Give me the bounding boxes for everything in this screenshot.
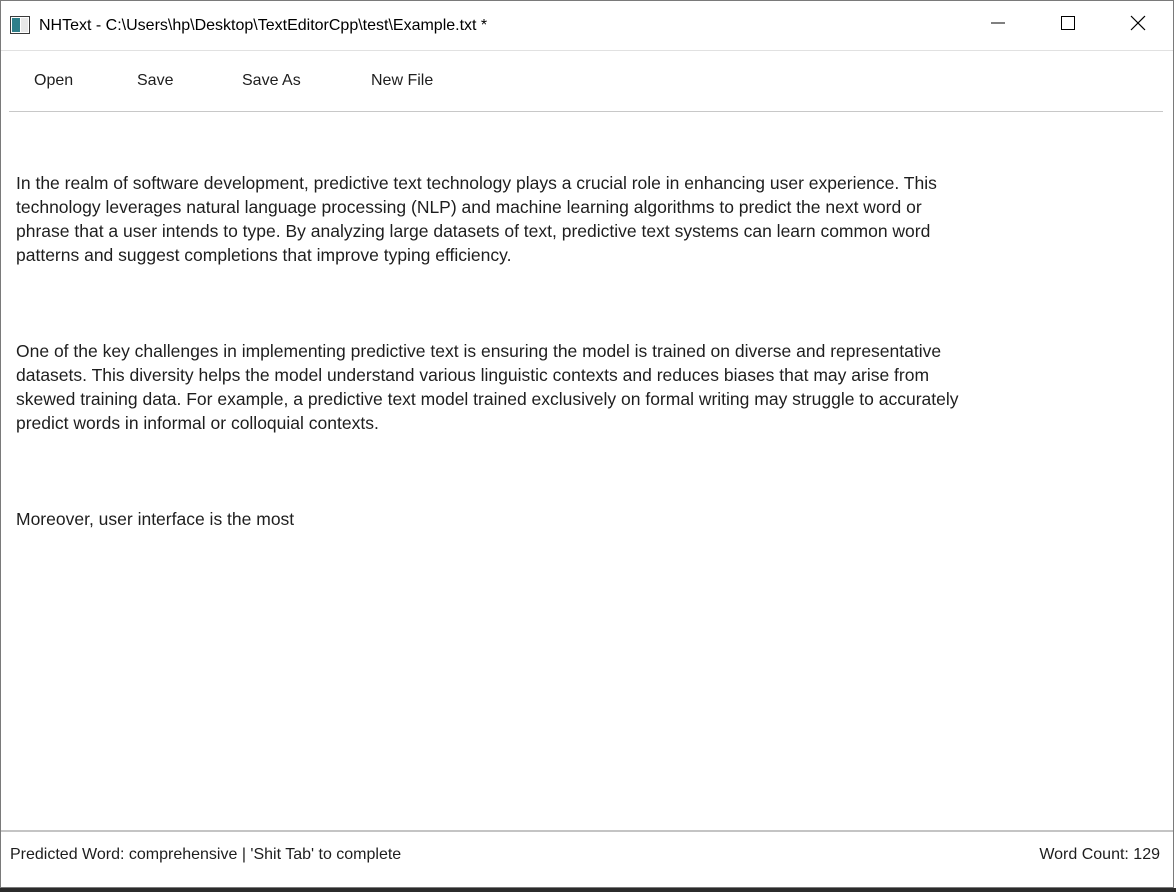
close-button[interactable] [1103, 1, 1173, 50]
background-strip [0, 888, 1176, 892]
status-bar: Predicted Word: comprehensive | 'Shit Ta… [1, 832, 1173, 878]
close-icon [1129, 14, 1147, 37]
minimize-button[interactable] [963, 1, 1033, 50]
title-bar[interactable]: NHText - C:\Users\hp\Desktop\TextEditorC… [1, 1, 1173, 51]
app-window-icon [10, 16, 30, 34]
editor-paragraph: Moreover, user interface is the most [16, 509, 295, 529]
save-as-button[interactable]: Save As [242, 69, 301, 93]
save-button[interactable]: Save [137, 69, 173, 93]
editor-paragraph: In the realm of software development, pr… [16, 173, 937, 265]
predicted-word-status: Predicted Word: comprehensive | 'Shit Ta… [10, 846, 402, 863]
open-button[interactable]: Open [34, 69, 73, 93]
editor-window: NHText - C:\Users\hp\Desktop\TextEditorC… [0, 0, 1174, 888]
toolbar: Open Save Save As New File [1, 51, 1173, 111]
minimize-icon [990, 15, 1006, 36]
new-file-button[interactable]: New File [371, 69, 433, 93]
maximize-button[interactable] [1033, 1, 1103, 50]
text-editor-area[interactable]: In the realm of software development, pr… [16, 123, 1156, 823]
toolbar-divider [9, 111, 1163, 112]
window-title: NHText - C:\Users\hp\Desktop\TextEditorC… [39, 17, 488, 34]
maximize-icon [1060, 15, 1076, 36]
word-count-status: Word Count: 129 [1039, 846, 1160, 863]
editor-paragraph: One of the key challenges in implementin… [16, 341, 959, 433]
